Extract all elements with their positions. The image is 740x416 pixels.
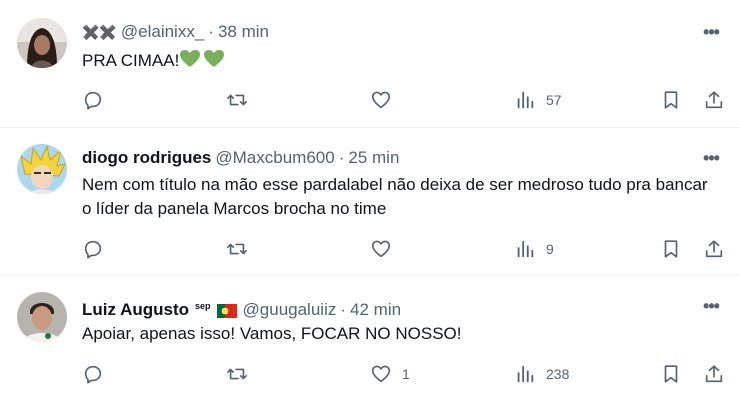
like-icon bbox=[371, 91, 391, 109]
portugal-flag-icon bbox=[216, 303, 237, 318]
likes-count: 1 bbox=[402, 366, 410, 382]
bookmark-button[interactable] bbox=[660, 362, 682, 386]
reply-feed: ✖️✖️ @elainixx_ · 38 min ••• PRA CIMAA! bbox=[0, 0, 740, 416]
post-1[interactable]: ✖️✖️ @elainixx_ · 38 min ••• PRA CIMAA! bbox=[0, 0, 740, 128]
green-heart-icons bbox=[179, 49, 225, 76]
display-name[interactable]: diogo rodrigues bbox=[82, 148, 211, 168]
repost-icon bbox=[227, 368, 247, 380]
post-header: Luiz Augusto sep @guugaluiiz · 42 min bbox=[82, 296, 401, 324]
user-handle[interactable]: @Maxcbum600 bbox=[215, 148, 334, 168]
more-icon[interactable]: ••• bbox=[700, 22, 722, 42]
separator-dot: · bbox=[340, 300, 347, 319]
post-text: PRA CIMAA! bbox=[82, 49, 716, 76]
views-icon bbox=[517, 365, 534, 383]
like-icon bbox=[371, 240, 391, 258]
name-suffix: sep bbox=[195, 301, 211, 311]
repost-button[interactable] bbox=[226, 88, 258, 112]
more-icon[interactable]: ••• bbox=[700, 148, 722, 168]
post-text: Apoiar, apenas isso! Vamos, FOCAR NO NOS… bbox=[82, 324, 462, 343]
views-button[interactable]: 9 bbox=[514, 237, 554, 261]
user-handle[interactable]: @elainixx_ bbox=[121, 22, 204, 42]
share-icon bbox=[705, 240, 723, 258]
more-icon[interactable]: ••• bbox=[700, 296, 722, 316]
share-icon bbox=[705, 365, 723, 383]
repost-button[interactable] bbox=[226, 362, 258, 386]
repost-icon bbox=[227, 94, 247, 106]
bookmark-button[interactable] bbox=[660, 237, 682, 261]
separator-dot: · bbox=[338, 148, 345, 167]
views-icon bbox=[517, 240, 534, 258]
reply-button[interactable] bbox=[82, 237, 114, 261]
bookmark-button[interactable] bbox=[660, 88, 682, 112]
action-bar: 9 bbox=[0, 237, 740, 261]
bookmark-icon bbox=[664, 240, 678, 258]
views-count: 9 bbox=[546, 241, 554, 257]
reply-icon bbox=[84, 240, 102, 259]
repost-button[interactable] bbox=[226, 237, 258, 261]
like-button[interactable] bbox=[370, 237, 402, 261]
views-icon bbox=[517, 91, 534, 109]
post-2[interactable]: diogo rodrigues @Maxcbum600 · 25 min •••… bbox=[0, 128, 740, 276]
like-button[interactable]: 1 bbox=[370, 362, 410, 386]
bookmark-icon bbox=[664, 91, 678, 109]
views-count: 238 bbox=[546, 366, 570, 382]
post-time[interactable]: 25 min bbox=[348, 148, 399, 168]
views-button[interactable]: 57 bbox=[514, 88, 562, 112]
share-button[interactable] bbox=[703, 237, 725, 261]
post-time[interactable]: 38 min bbox=[218, 22, 269, 42]
post-header: diogo rodrigues @Maxcbum600 · 25 min bbox=[82, 148, 399, 168]
avatar[interactable] bbox=[17, 144, 67, 194]
like-button[interactable] bbox=[370, 88, 402, 112]
share-icon bbox=[705, 91, 723, 109]
post-header: ✖️✖️ @elainixx_ · 38 min bbox=[82, 22, 269, 42]
post-3[interactable]: Luiz Augusto sep @guugaluiiz · 42 min ••… bbox=[0, 276, 740, 416]
user-handle[interactable]: @guugaluiiz bbox=[243, 300, 337, 320]
avatar[interactable] bbox=[17, 18, 67, 68]
reply-icon bbox=[84, 91, 102, 110]
reply-button[interactable] bbox=[82, 362, 114, 386]
bookmark-icon bbox=[664, 365, 678, 383]
repost-icon bbox=[227, 243, 247, 255]
reply-icon bbox=[84, 365, 102, 384]
share-button[interactable] bbox=[703, 88, 725, 112]
reply-button[interactable] bbox=[82, 88, 114, 112]
action-bar: 57 bbox=[0, 88, 740, 112]
display-name[interactable]: ✖️✖️ bbox=[82, 22, 117, 42]
separator-dot: · bbox=[208, 22, 214, 41]
post-text: Nem com título na mão esse pardalabel nã… bbox=[82, 175, 708, 218]
action-bar: 1 238 bbox=[0, 362, 740, 386]
display-name[interactable]: Luiz Augusto bbox=[82, 300, 189, 320]
views-count: 57 bbox=[546, 92, 562, 108]
views-button[interactable]: 238 bbox=[514, 362, 569, 386]
post-time[interactable]: 42 min bbox=[350, 300, 401, 320]
share-button[interactable] bbox=[703, 362, 725, 386]
like-icon bbox=[371, 365, 391, 383]
avatar[interactable] bbox=[17, 292, 67, 342]
name-emoji: ✖️✖️ bbox=[82, 24, 117, 40]
